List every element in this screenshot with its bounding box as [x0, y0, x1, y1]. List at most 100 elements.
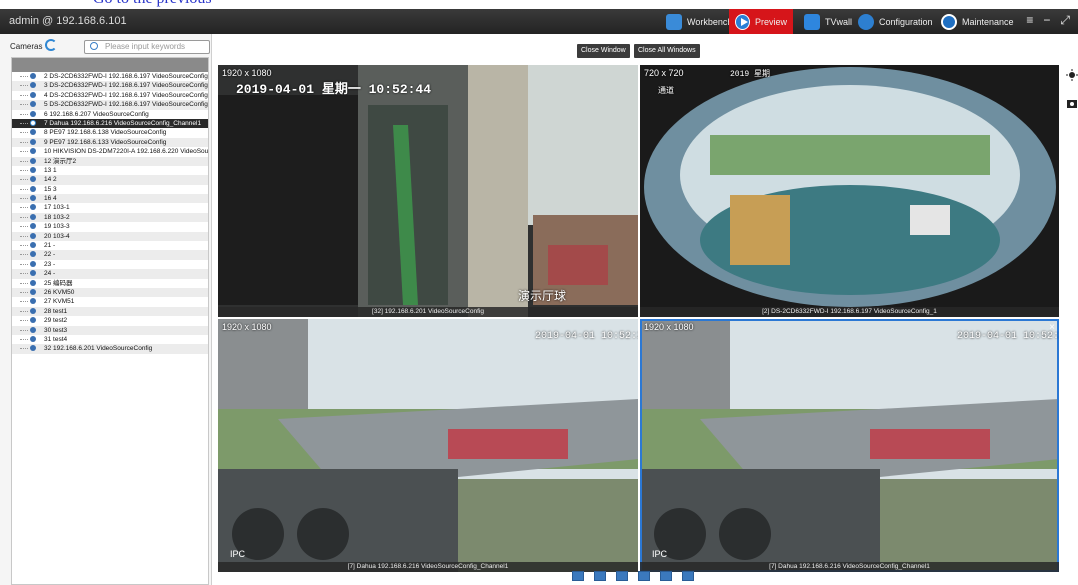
- camera-icon: [30, 73, 36, 79]
- camera-icon: [30, 176, 36, 183]
- layout-8-icon[interactable]: [682, 571, 694, 581]
- camera-label: 23 -: [44, 260, 56, 268]
- video-frame-4: [640, 319, 1059, 572]
- camera-list-item[interactable]: 21 -: [12, 241, 208, 250]
- camera-icon: [30, 213, 36, 220]
- camera-list-item[interactable]: 3 DS-2CD6332FWD-I 192.168.6.197 VideoSou…: [12, 81, 208, 91]
- nav-configuration[interactable]: Configuration: [852, 9, 939, 34]
- window-caption: [32] 192.168.6.201 VideoSourceConfig: [218, 307, 638, 317]
- resolution-label: 1920 x 1080: [644, 322, 694, 332]
- camera-list-item[interactable]: 32 192.168.6.201 VideoSourceConfig: [12, 344, 208, 354]
- camera-label: 2 DS-2CD6332FWD-I 192.168.6.197 VideoSou…: [44, 73, 208, 80]
- camera-list-item[interactable]: 4 DS-2CD6332FWD-I 192.168.6.197 VideoSou…: [12, 91, 208, 100]
- nav-preview[interactable]: Preview: [729, 9, 793, 34]
- minimize-icon[interactable]: −: [1043, 13, 1050, 28]
- camera-icon: [30, 138, 36, 145]
- camera-label: 19 103-3: [44, 223, 70, 231]
- user-label: admin @ 192.168.6.101: [9, 15, 127, 27]
- camera-label: 14 2: [44, 176, 57, 184]
- brightness-icon[interactable]: [1066, 69, 1078, 81]
- camera-list-item[interactable]: 10 HIKVISION DS-2DM7220I-A 192.168.6.220…: [12, 147, 208, 156]
- camera-icon: [30, 335, 36, 342]
- close-all-windows-button[interactable]: Close All Windows: [634, 44, 700, 58]
- camera-list-item[interactable]: 20 103-4: [12, 231, 208, 242]
- camera-list-item[interactable]: 16 4: [12, 194, 208, 204]
- camera-icon: [30, 270, 36, 277]
- tree-root-bar: [12, 58, 208, 72]
- camera-list-item[interactable]: 23 -: [12, 260, 208, 269]
- camera-list-item[interactable]: 24 -: [12, 269, 208, 279]
- video-frame-2: [640, 65, 1059, 317]
- close-window-button[interactable]: Close Window: [577, 44, 630, 58]
- camera-list-item[interactable]: 5 DS-2CD6332FWD-I 192.168.6.197 VideoSou…: [12, 100, 208, 110]
- camera-icon: [30, 232, 36, 239]
- camera-list-item[interactable]: 29 test2: [12, 316, 208, 325]
- camera-icon: [30, 326, 36, 333]
- nav-tvwall-label: TVwall: [825, 16, 853, 27]
- camera-list-item[interactable]: 15 3: [12, 185, 208, 194]
- timestamp-overlay: 2019 星期: [730, 70, 771, 79]
- camera-label: 21 -: [44, 242, 56, 250]
- layout-4-icon[interactable]: [572, 571, 584, 581]
- camera-list-item[interactable]: 17 103-1: [12, 203, 208, 212]
- nav-workbench[interactable]: Workbench: [660, 9, 738, 34]
- camera-icon: [30, 279, 36, 286]
- camera-list-item[interactable]: 28 test1: [12, 306, 208, 317]
- camera-icon: [30, 148, 36, 155]
- camera-list-item[interactable]: 31 test4: [12, 335, 208, 344]
- camera-list-item[interactable]: 25 编码器: [12, 279, 208, 288]
- camera-label: 25 编码器: [44, 279, 73, 287]
- camera-icon: [30, 82, 36, 89]
- camera-list-item[interactable]: 22 -: [12, 250, 208, 260]
- camera-icon: [30, 345, 36, 352]
- camera-icon: [30, 298, 36, 305]
- camera-list-item[interactable]: 13 1: [12, 166, 208, 175]
- layout-9-icon[interactable]: [594, 571, 606, 581]
- camera-list-item[interactable]: 6 192.168.6.207 VideoSourceConfig: [12, 110, 208, 119]
- refresh-icon[interactable]: [45, 39, 57, 51]
- ipc-label: IPC: [652, 549, 668, 559]
- camera-list-item[interactable]: 30 test3: [12, 325, 208, 335]
- nav-maintenance[interactable]: Maintenance: [935, 9, 1020, 34]
- camera-label: 18 103-2: [44, 213, 70, 221]
- camera-list-item[interactable]: 19 103-3: [12, 222, 208, 231]
- workbench-icon: [666, 13, 682, 30]
- nav-configuration-label: Configuration: [879, 16, 933, 27]
- camera-list-item[interactable]: 8 PE97 192.168.6.138 VideoSourceConfig: [12, 128, 208, 137]
- camera-label: 20 103-4: [44, 232, 70, 240]
- window-caption: [2] DS-2CD6332FWD-I 192.168.6.197 VideoS…: [640, 307, 1059, 317]
- snapshot-icon[interactable]: [1066, 97, 1078, 108]
- camera-label: 24 -: [44, 270, 56, 278]
- camera-label: 13 1: [44, 166, 57, 174]
- video-frame-1: [218, 65, 638, 317]
- video-window-3[interactable]: 1920 x 1080 2019-04-01 10:52:22 IPC [7] …: [218, 319, 638, 572]
- camera-list-item[interactable]: 2 DS-2CD6332FWD-I 192.168.6.197 VideoSou…: [12, 72, 208, 81]
- camera-icon: [30, 119, 36, 126]
- nav-tvwall[interactable]: TVwall: [798, 9, 858, 34]
- layout-6-icon[interactable]: [660, 571, 672, 581]
- menu-icon[interactable]: ≡: [1026, 13, 1033, 28]
- camera-icon: [30, 195, 36, 202]
- tvwall-icon: [804, 13, 820, 30]
- video-window-1[interactable]: 1920 x 1080 2019-04-01 星期一 10:52:44 演示厅球…: [218, 65, 638, 317]
- timestamp-overlay: 2019-04-01 星期一 10:52:44: [236, 82, 432, 97]
- camera-tree: 2 DS-2CD6332FWD-I 192.168.6.197 VideoSou…: [11, 57, 209, 585]
- layout-1-icon[interactable]: [638, 571, 650, 581]
- camera-list-item[interactable]: 14 2: [12, 175, 208, 185]
- layout-16-icon[interactable]: [616, 571, 628, 581]
- video-window-4[interactable]: 1920 x 1080 2019-04-01 10:52:22 × IPC [7…: [640, 319, 1059, 572]
- camera-list-item[interactable]: 26 KVM50: [12, 287, 208, 298]
- maximize-icon[interactable]: ⤢: [1060, 13, 1070, 28]
- camera-list-item[interactable]: 18 103-2: [12, 212, 208, 223]
- camera-label: 5 DS-2CD6332FWD-I 192.168.6.197 VideoSou…: [44, 101, 208, 109]
- camera-icon: [30, 242, 36, 249]
- timestamp-overlay: 2019-04-01 10:52:22: [535, 331, 638, 342]
- video-window-2[interactable]: 720 x 720 2019 星期 通道 [2] DS-2CD6332FWD-I…: [640, 65, 1059, 317]
- camera-list-item[interactable]: 27 KVM51: [12, 297, 208, 306]
- search-input[interactable]: Please input keywords: [84, 40, 210, 54]
- close-window-icon[interactable]: ×: [1049, 322, 1055, 333]
- camera-list-item[interactable]: 9 PE97 192.168.6.133 VideoSourceConfig: [12, 137, 208, 148]
- camera-list-item[interactable]: 12 演示厅2: [12, 156, 208, 166]
- camera-label: 26 KVM50: [44, 288, 75, 296]
- camera-list-item[interactable]: 7 Dahua 192.168.6.216 VideoSourceConfig_…: [12, 118, 208, 129]
